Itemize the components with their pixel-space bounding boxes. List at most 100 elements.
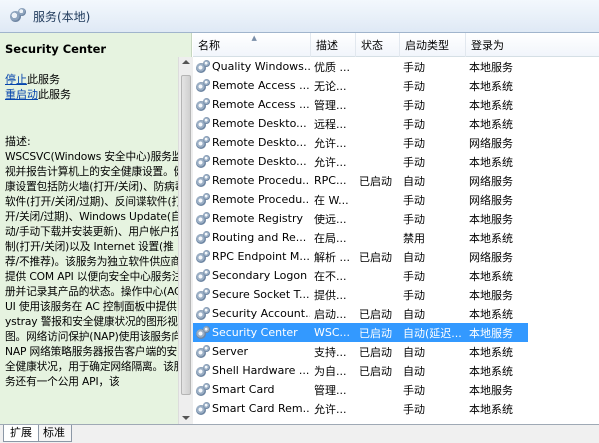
- service-log-on-as: 本地系统: [469, 269, 513, 283]
- title-bar: 服务(本地): [0, 0, 599, 33]
- service-row[interactable]: Remote Procedu... 在 W... 手动 网络服务: [193, 190, 528, 209]
- scrollbar-thumb[interactable]: [181, 75, 191, 395]
- service-description-cell: RPC...: [314, 174, 347, 187]
- restart-service-link[interactable]: 重启动: [5, 88, 38, 101]
- service-row[interactable]: Security Account... 启动... 已启动 自动 本地系统: [193, 304, 528, 323]
- service-gear-icon: [196, 211, 210, 226]
- service-description-cell: 远程...: [314, 117, 347, 131]
- column-header-startup-type[interactable]: 启动类型: [400, 33, 466, 57]
- list-header: ▲ 名称 描述 状态 启动类型 登录为: [193, 33, 599, 57]
- service-description-cell: 允许...: [314, 136, 347, 150]
- service-row[interactable]: Remote Registry 使远... 手动 本地服务: [193, 209, 528, 228]
- service-description-cell: 支持...: [314, 345, 347, 359]
- service-startup-type: 禁用: [403, 231, 425, 245]
- service-name: Remote Access ...: [212, 98, 310, 111]
- service-startup-type: 手动: [403, 79, 425, 93]
- service-name: Remote Procedu...: [212, 193, 310, 206]
- service-status: 已启动: [359, 174, 392, 188]
- stop-service-link[interactable]: 停止: [5, 73, 27, 86]
- column-header-status-label: 状态: [361, 39, 383, 52]
- service-gear-icon: [196, 287, 210, 302]
- service-log-on-as: 本地系统: [469, 307, 513, 321]
- column-header-log-on-as[interactable]: 登录为: [466, 33, 599, 57]
- restart-service-suffix: 此服务: [38, 88, 71, 101]
- description-label: 描述:: [5, 135, 31, 148]
- service-status: 已启动: [359, 307, 392, 321]
- service-status: 已启动: [359, 326, 392, 340]
- service-row[interactable]: Quality Windows... 优质 ... 手动 本地服务: [193, 57, 528, 76]
- service-name: Server: [212, 345, 249, 358]
- service-description-cell: 提供...: [314, 288, 347, 302]
- service-startup-type: 手动: [403, 212, 425, 226]
- service-name: RPC Endpoint M...: [212, 250, 310, 263]
- service-row[interactable]: Remote Procedu... RPC... 已启动 自动 网络服务: [193, 171, 528, 190]
- service-name: Smart Card: [212, 383, 275, 396]
- tab-extended[interactable]: 扩展: [3, 425, 39, 442]
- service-log-on-as: 本地服务: [469, 60, 513, 74]
- service-startup-type: 手动: [403, 98, 425, 112]
- service-gear-icon: [196, 154, 210, 169]
- view-tab-bar: 扩展 标准: [0, 424, 599, 443]
- service-description-cell: 允许...: [314, 155, 347, 169]
- service-gear-icon: [196, 97, 210, 112]
- service-row[interactable]: Remote Deskto... 允许... 手动 本地系统: [193, 152, 528, 171]
- column-header-name[interactable]: ▲ 名称: [193, 33, 311, 57]
- service-description-cell: 在 W...: [314, 193, 349, 207]
- service-row[interactable]: Routing and Re... 在局... 禁用 本地系统: [193, 228, 528, 247]
- service-log-on-as: 本地系统: [469, 364, 513, 378]
- service-description-cell: 无论...: [314, 79, 347, 93]
- service-startup-type: 手动: [403, 383, 425, 397]
- service-startup-type: 自动: [403, 345, 425, 359]
- service-row[interactable]: Security Center WSC... 已启动 自动(延迟... 本地服务: [193, 323, 528, 342]
- column-header-log-on-as-label: 登录为: [471, 39, 504, 52]
- service-description-cell: 在局...: [314, 231, 347, 245]
- service-log-on-as: 网络服务: [469, 250, 513, 264]
- service-row[interactable]: Secondary Logon 在不... 手动 本地系统: [193, 266, 528, 285]
- service-name: Remote Registry: [212, 212, 303, 225]
- service-log-on-as: 本地服务: [469, 288, 513, 302]
- service-gear-icon: [196, 78, 210, 93]
- service-gear-icon: [196, 268, 210, 283]
- service-startup-type: 自动: [403, 307, 425, 321]
- service-gear-icon: [196, 401, 210, 416]
- service-log-on-as: 本地服务: [469, 383, 513, 397]
- service-row[interactable]: Remote Access ... 管理... 手动 本地系统: [193, 95, 528, 114]
- service-row[interactable]: Smart Card Rem... 允许... 手动 本地系统: [193, 399, 528, 418]
- service-startup-type: 手动: [403, 117, 425, 131]
- service-startup-type: 手动: [403, 288, 425, 302]
- service-row[interactable]: Server 支持... 已启动 自动 本地系统: [193, 342, 528, 361]
- service-row[interactable]: Shell Hardware ... 为自... 已启动 自动 本地系统: [193, 361, 528, 380]
- service-name: Remote Access ...: [212, 79, 310, 92]
- service-log-on-as: 本地系统: [469, 345, 513, 359]
- service-status: 已启动: [359, 250, 392, 264]
- service-row[interactable]: Remote Deskto... 远程... 手动 本地系统: [193, 114, 528, 133]
- services-gear-icon: [9, 7, 26, 25]
- service-startup-type: 手动: [403, 60, 425, 74]
- service-row[interactable]: Remote Deskto... 允许... 手动 网络服务: [193, 133, 528, 152]
- service-row[interactable]: Secure Socket T... 提供... 手动 本地服务: [193, 285, 528, 304]
- services-list: ▲ 名称 描述 状态 启动类型 登录为 Quality Windows... 优质…: [193, 33, 599, 424]
- service-log-on-as: 网络服务: [469, 193, 513, 207]
- tab-standard[interactable]: 标准: [36, 425, 72, 442]
- scroll-up-arrow-icon[interactable]: [182, 60, 190, 64]
- service-description-cell: 为自...: [314, 364, 347, 378]
- service-gear-icon: [196, 382, 210, 397]
- service-row[interactable]: RPC Endpoint M... 解析 ... 已启动 自动 网络服务: [193, 247, 528, 266]
- column-header-description[interactable]: 描述: [311, 33, 356, 57]
- restart-service-action: 重启动此服务: [5, 87, 187, 102]
- service-startup-type: 手动: [403, 155, 425, 169]
- stop-service-action: 停止此服务: [5, 72, 187, 87]
- service-startup-type: 自动: [403, 174, 425, 188]
- window-title: 服务(本地): [33, 9, 91, 24]
- scroll-down-arrow-icon[interactable]: [182, 416, 190, 420]
- service-name: Remote Deskto...: [212, 117, 307, 130]
- service-gear-icon: [196, 344, 210, 359]
- column-header-status[interactable]: 状态: [356, 33, 400, 57]
- service-startup-type: 手动: [403, 193, 425, 207]
- service-row[interactable]: Smart Card 管理... 手动 本地服务: [193, 380, 528, 399]
- service-description-cell: 解析 ...: [314, 250, 350, 264]
- service-description-cell: 管理...: [314, 383, 347, 397]
- detail-pane-scrollbar[interactable]: [178, 57, 193, 424]
- service-row[interactable]: Remote Access ... 无论... 手动 本地系统: [193, 76, 528, 95]
- service-gear-icon: [196, 173, 210, 188]
